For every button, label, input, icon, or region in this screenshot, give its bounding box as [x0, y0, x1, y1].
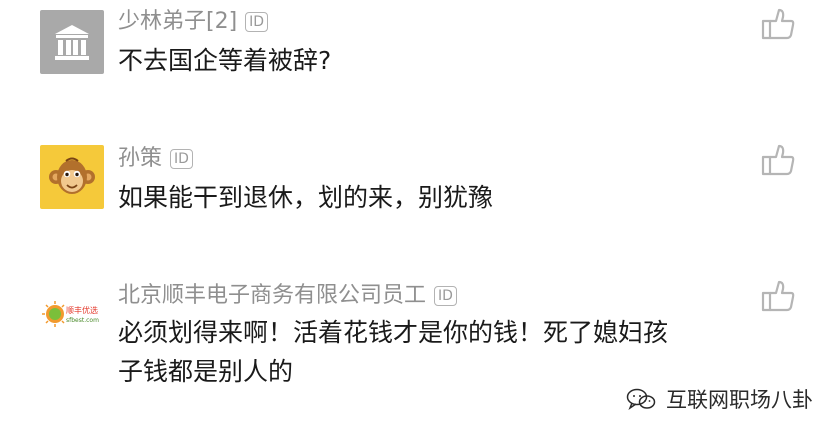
- watermark: 互联网职场八卦: [626, 385, 813, 413]
- author-name: 北京顺丰电子商务有限公司员工: [118, 283, 427, 308]
- avatar[interactable]: 顺丰优选 sfbest.com: [40, 282, 104, 346]
- avatar[interactable]: [40, 145, 104, 209]
- sfbest-logo-icon: 顺丰优选 sfbest.com: [42, 301, 99, 327]
- comment-text: 不去国企等着被辞?: [118, 41, 331, 80]
- monkey-avatar-icon: [49, 157, 95, 194]
- comment-text-line: 子钱都是别人的: [118, 357, 294, 386]
- comment-text: 如果能干到退休，划的来，别犹豫: [118, 178, 493, 217]
- author-name: 孙策: [118, 146, 163, 171]
- like-button[interactable]: [760, 142, 796, 178]
- logo-subtext: sfbest.com: [66, 317, 99, 324]
- watermark-text: 互联网职场八卦: [666, 388, 813, 412]
- comment-text-line: 不去国企等着被辞?: [118, 46, 332, 75]
- like-button[interactable]: [760, 6, 796, 42]
- thumbs-up-icon: [761, 280, 795, 312]
- avatar[interactable]: [40, 10, 104, 74]
- id-badge[interactable]: ID: [245, 12, 269, 32]
- comment-text-line: 必须划得来啊！活着花钱才是你的钱！死了媳妇孩: [118, 318, 669, 347]
- logo-text: 顺丰优选: [66, 305, 98, 315]
- thumbs-up-icon: [761, 144, 795, 176]
- bank-icon: [55, 25, 89, 60]
- author-name: 少林弟子[2]: [118, 9, 238, 34]
- id-badge[interactable]: ID: [434, 286, 457, 306]
- comment-text: 必须划得来啊！活着花钱才是你的钱！死了媳妇孩 子钱都是别人的: [118, 313, 668, 391]
- wechat-icon: [626, 388, 656, 410]
- id-badge[interactable]: ID: [170, 149, 193, 169]
- thumbs-up-icon: [761, 8, 795, 40]
- like-button[interactable]: [760, 278, 796, 314]
- comment-author[interactable]: 孙策 ID: [118, 148, 193, 170]
- comment-author[interactable]: 北京顺丰电子商务有限公司员工 ID: [118, 285, 457, 307]
- comment-author[interactable]: 少林弟子[2] ID: [118, 9, 269, 34]
- comment-text-line: 如果能干到退休，划的来，别犹豫: [118, 183, 494, 212]
